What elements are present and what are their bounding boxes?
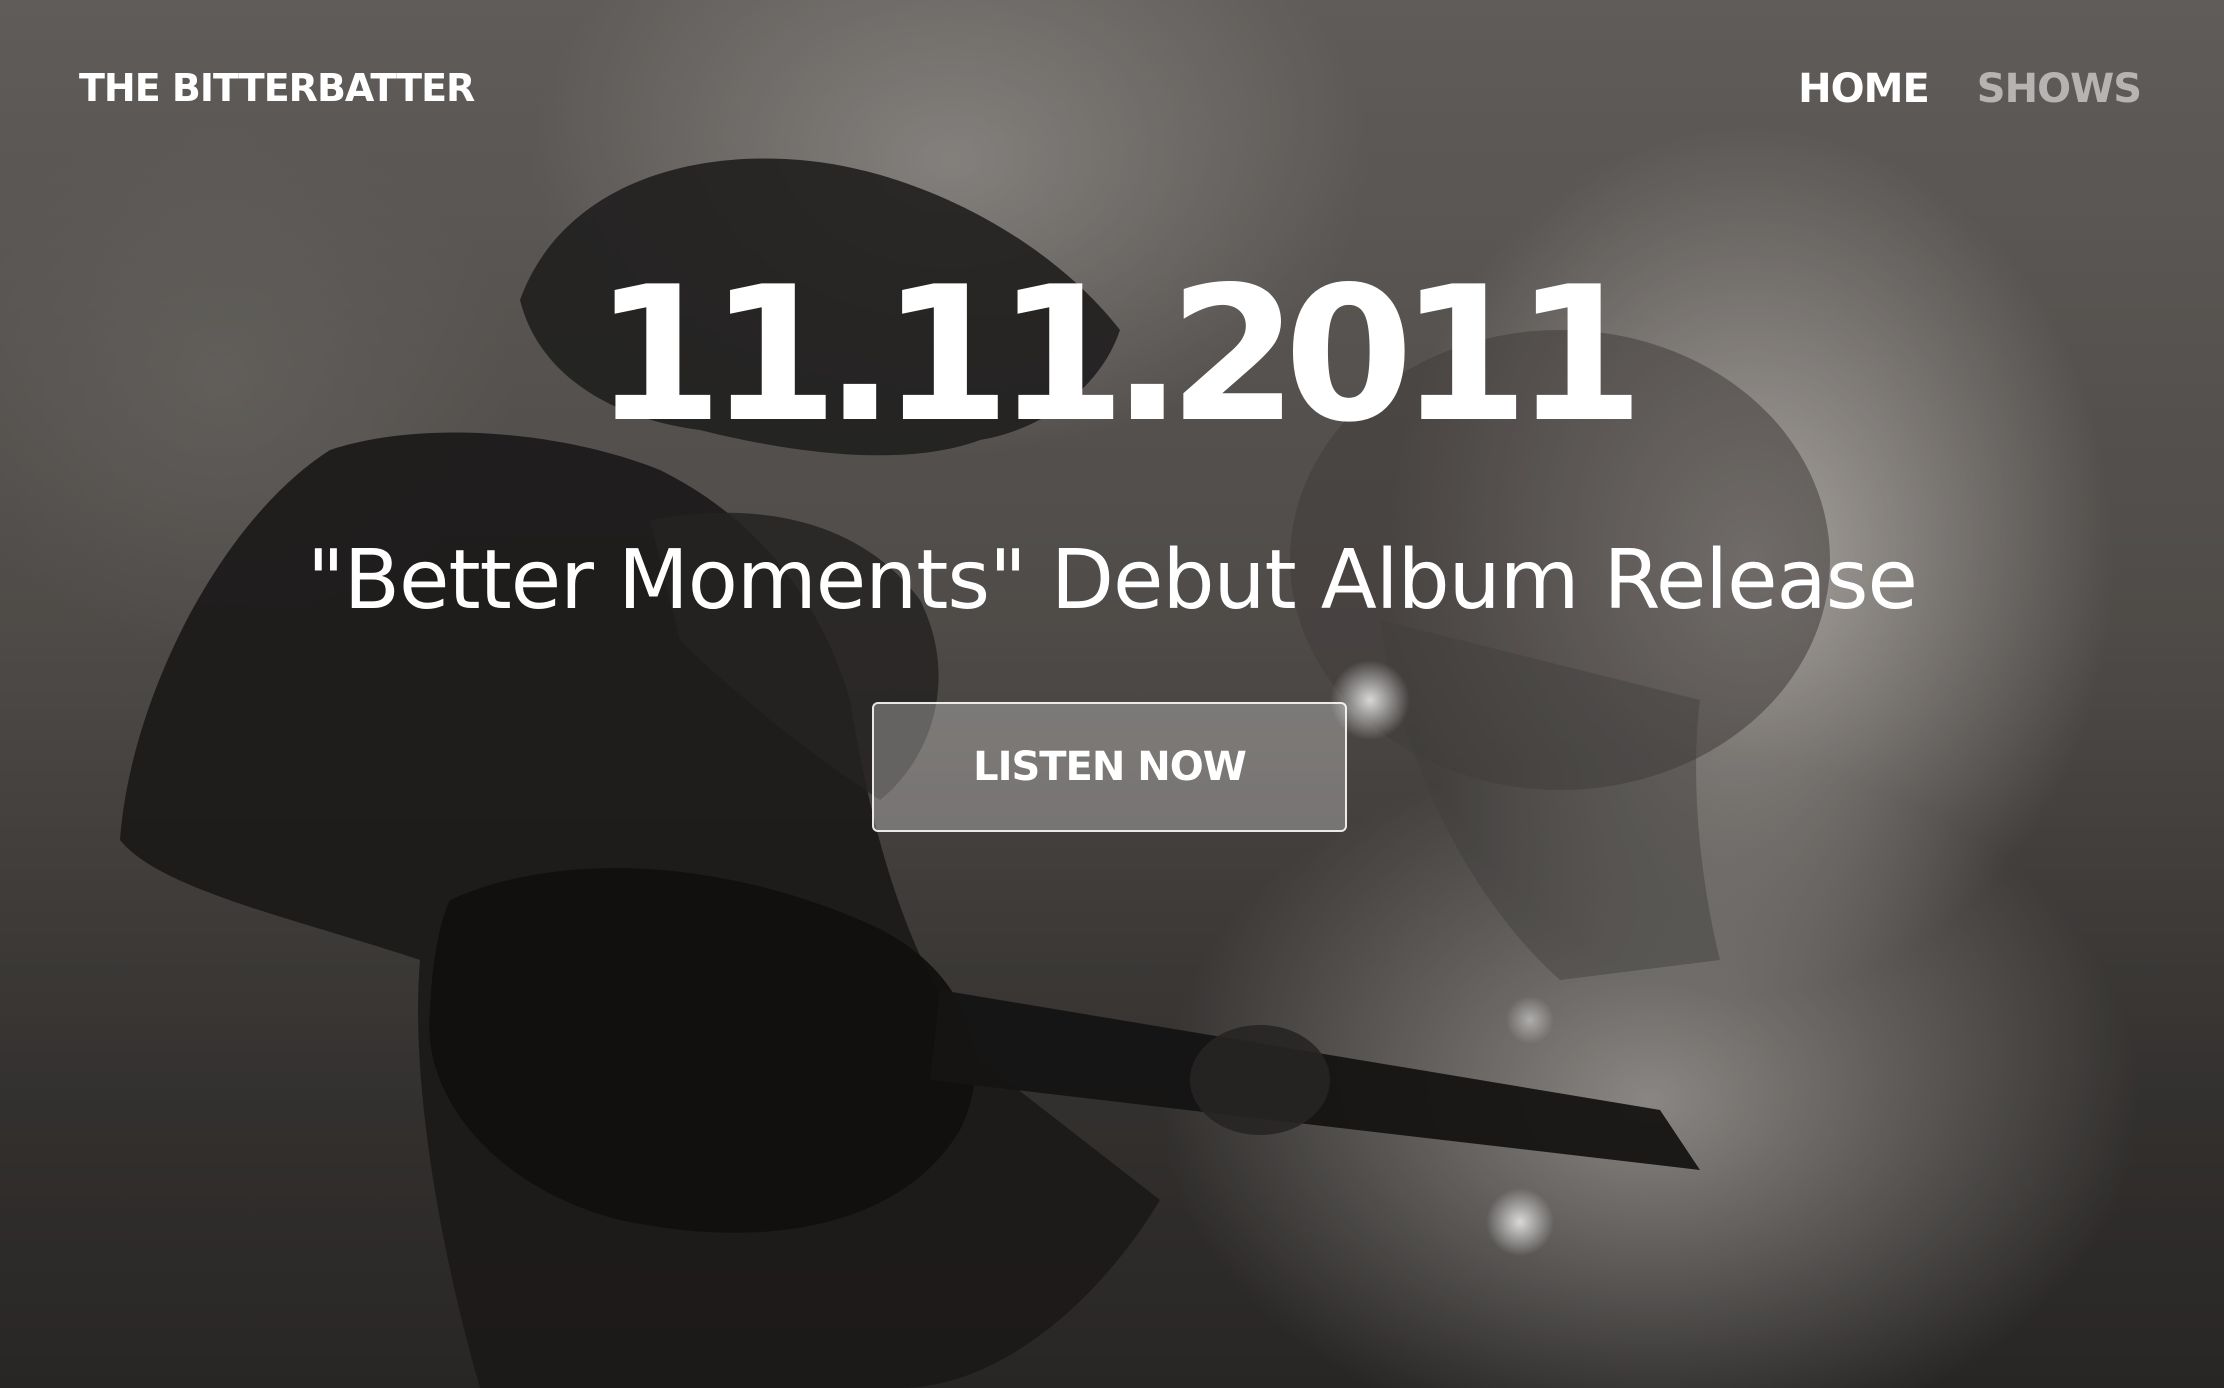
release-date: 11.11.2011 — [593, 246, 1645, 463]
album-release-title: "Better Moments" Debut Album Release — [307, 533, 1918, 628]
main-nav: HOME SHOWS — [1798, 66, 2142, 112]
site-brand[interactable]: THE BITTERBATTER — [79, 66, 475, 110]
hero-background-image — [0, 0, 2224, 1388]
nav-link-home[interactable]: HOME — [1798, 66, 1930, 112]
hero-overlay — [0, 0, 2224, 1388]
listen-now-button[interactable]: LISTEN NOW — [872, 702, 1347, 832]
nav-link-shows[interactable]: SHOWS — [1977, 66, 2142, 112]
landing-page: THE BITTERBATTER HOME SHOWS 11.11.2011 "… — [0, 0, 2224, 1388]
